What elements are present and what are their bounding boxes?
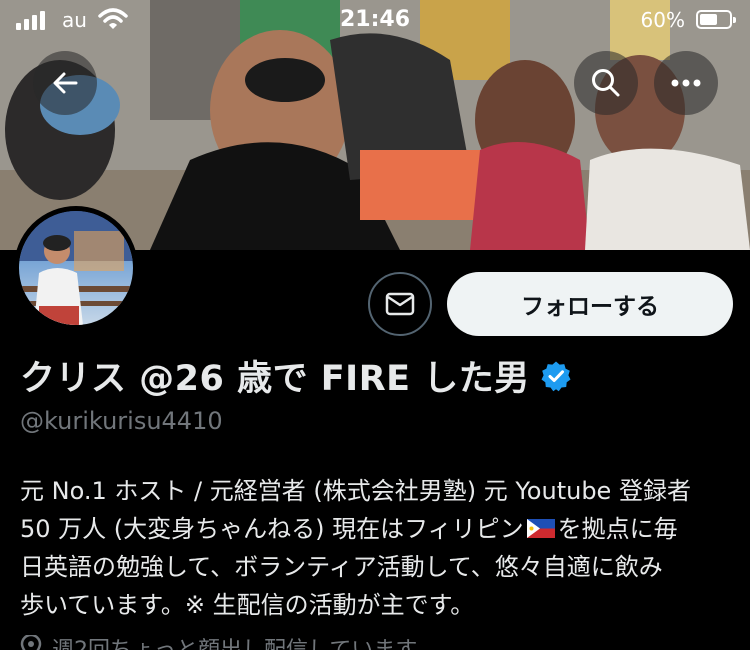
envelope-icon — [385, 292, 415, 316]
back-button[interactable] — [33, 51, 97, 115]
status-bar: au 21:46 60% — [0, 0, 750, 42]
bio-line-part: を拠点に毎 — [557, 515, 678, 543]
status-time: 21:46 — [339, 7, 411, 32]
follow-button[interactable]: フォローする — [447, 272, 733, 336]
profile-meta-row: 週2回ちょっと顔出し配信しています — [20, 632, 417, 650]
profile-handle: @kurikurisu4410 — [20, 407, 223, 435]
meta-text: 週2回ちょっと顔出し配信しています — [52, 632, 417, 650]
battery-level — [700, 14, 717, 25]
battery-icon — [696, 10, 736, 29]
philippines-flag-icon — [526, 518, 555, 538]
more-horizontal-icon — [671, 79, 701, 87]
bio-line: 歩いています。※ 生配信の活動が主です。 — [20, 591, 475, 619]
display-name: クリス @26 歳で FIRE した男 — [20, 359, 530, 399]
search-icon — [592, 69, 620, 97]
more-options-button[interactable] — [654, 51, 718, 115]
location-icon — [20, 635, 42, 650]
bio-line: 日英語の勉強して、ボランティア活動して、悠々自適に飲み — [20, 553, 663, 581]
verified-badge-icon[interactable] — [540, 360, 572, 392]
battery-percent: 60% — [640, 8, 685, 32]
profile-bio: 元 No.1 ホスト / 元経営者 (株式会社男塾) 元 Youtube 登録者… — [20, 472, 735, 624]
search-button[interactable] — [574, 51, 638, 115]
arrow-left-icon — [53, 72, 78, 94]
profile-avatar[interactable] — [14, 206, 138, 330]
message-button[interactable] — [368, 272, 432, 336]
bio-line-with-flag: 50 万人 (大変身ちゃんねる) 現在はフィリピン を拠点に毎 — [20, 510, 735, 548]
bio-line: 元 No.1 ホスト / 元経営者 (株式会社男塾) 元 Youtube 登録者 — [20, 477, 691, 505]
bio-line-part: 50 万人 (大変身ちゃんねる) 現在はフィリピン — [20, 515, 524, 543]
profile-name-row: クリス @26 歳で FIRE した男 — [20, 350, 572, 401]
